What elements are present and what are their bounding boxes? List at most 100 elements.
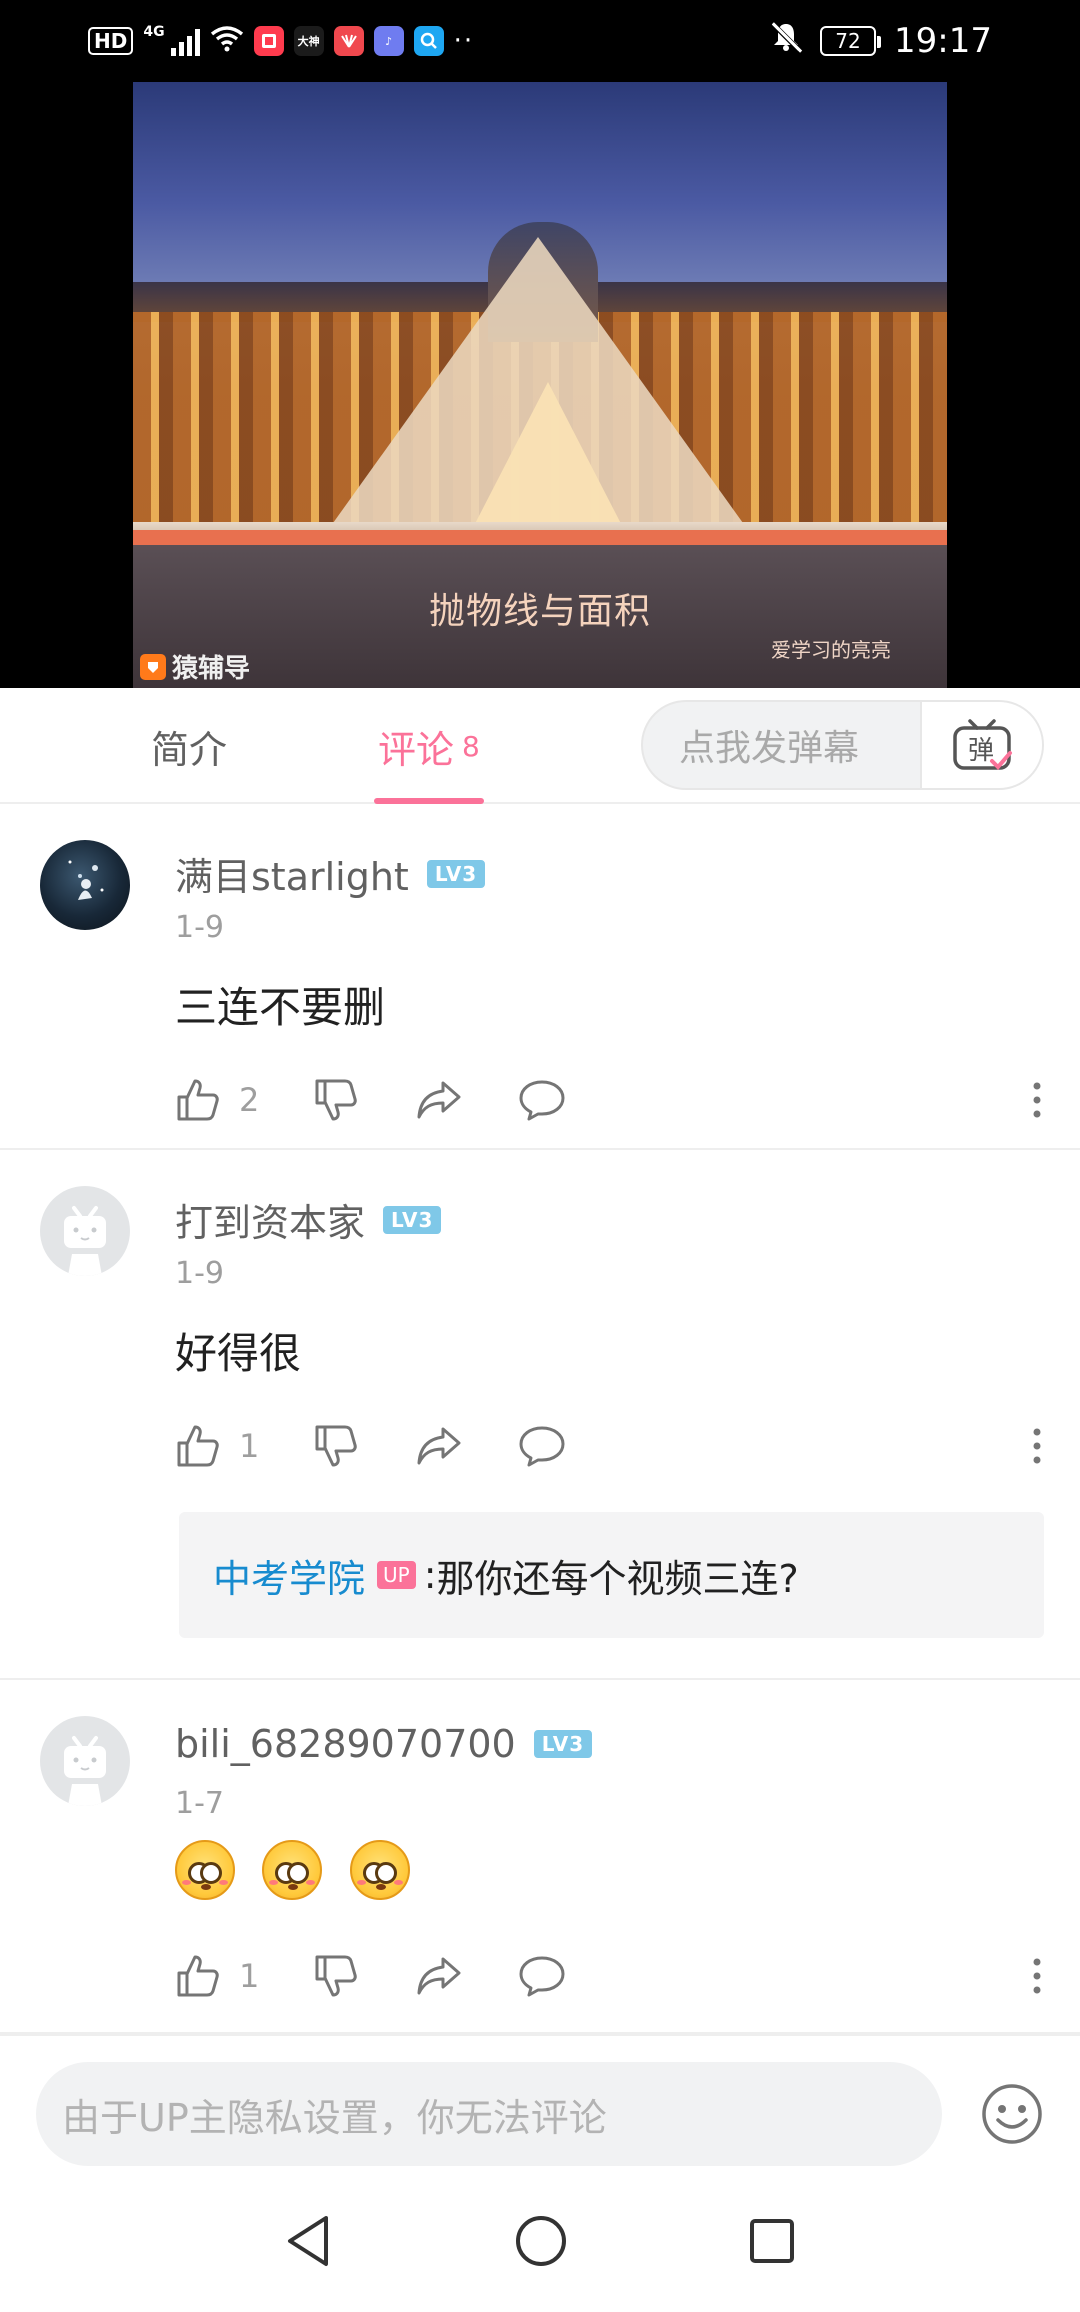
comment-item: 打到资本家 LV3 1-9 好得很 1 中考学院 UP: 那你还每个视频三连?: [0, 1150, 1080, 1680]
comment-input-placeholder: 由于UP主隐私设置，你无法评论: [62, 2095, 607, 2140]
like-button[interactable]: 2: [175, 1077, 313, 1123]
danmaku-toggle-button[interactable]: 弹: [920, 702, 1042, 788]
comment-input[interactable]: 由于UP主隐私设置，你无法评论: [36, 2062, 942, 2166]
more-options-button[interactable]: [1031, 1426, 1045, 1466]
comment-date: 1-9: [175, 1256, 224, 1291]
comment-text: 好得很: [175, 1329, 302, 1378]
search-app-icon: [413, 26, 444, 56]
wifi-icon: [210, 24, 244, 59]
status-bar: HD 4G 大神 ♪ ·· 72 19:17: [0, 0, 1080, 82]
more-notifications-icon: ··: [453, 26, 475, 56]
nav-back-button[interactable]: [284, 2214, 334, 2268]
reply-button[interactable]: [517, 1077, 577, 1123]
comment-username[interactable]: bili_68289070700: [175, 1722, 516, 1766]
tab-comments[interactable]: 评论 8: [378, 688, 480, 804]
yuanfudao-logo-icon: [140, 653, 166, 680]
dashen-app-icon: 大神: [293, 26, 324, 56]
reply-button[interactable]: [517, 1953, 577, 1999]
comment-actions: 1: [175, 1416, 1045, 1476]
status-bar-left: HD 4G 大神 ♪ ··: [88, 24, 474, 59]
thumbs-down-icon: [315, 1079, 357, 1121]
recents-square-icon: [750, 2219, 794, 2263]
comment-user-row: 打到资本家 LV3: [175, 1192, 442, 1247]
huawei-app-icon: [333, 26, 364, 56]
more-vertical-icon: [1033, 1958, 1041, 1994]
network-type: 4G: [143, 23, 165, 40]
like-count: 2: [239, 1081, 260, 1119]
comment-bubble-icon: [519, 1956, 565, 1997]
like-button[interactable]: 1: [175, 1423, 313, 1469]
share-button[interactable]: [415, 1077, 517, 1123]
flushed-emoji-icon: [175, 1840, 235, 1900]
battery-level: 72: [835, 29, 861, 53]
more-vertical-icon: [1033, 1428, 1041, 1464]
tab-intro[interactable]: 简介: [151, 688, 227, 804]
like-count: 1: [239, 1957, 260, 1995]
clock: 19:17: [894, 21, 992, 61]
comment-username[interactable]: 打到资本家: [175, 1192, 365, 1247]
reply-button[interactable]: [517, 1423, 577, 1469]
comment-input-bar: 由于UP主隐私设置，你无法评论: [0, 2034, 1080, 2166]
reply-username[interactable]: 中考学院: [213, 1548, 365, 1603]
mute-bell-icon: [770, 21, 802, 61]
reply-separator: :: [423, 1553, 437, 1597]
video-author-watermark: 爱学习的亮亮: [771, 638, 891, 662]
avatar[interactable]: [40, 1716, 130, 1806]
thumbs-up-icon: [177, 1425, 219, 1467]
reply-preview[interactable]: 中考学院 UP : 那你还每个视频三连?: [179, 1512, 1044, 1638]
thumbs-down-icon: [315, 1425, 357, 1467]
like-button[interactable]: 1: [175, 1953, 313, 1999]
tab-intro-label: 简介: [151, 727, 228, 772]
tab-comments-label: 评论: [378, 727, 455, 772]
dislike-button[interactable]: [313, 1953, 415, 1999]
video-orange-band: [133, 530, 947, 545]
comment-bubble-icon: [519, 1080, 565, 1121]
thumbs-up-icon: [177, 1955, 219, 1997]
avatar[interactable]: [40, 1186, 130, 1276]
default-avatar-icon: [64, 1206, 106, 1276]
nav-recents-button[interactable]: [748, 2217, 796, 2265]
share-button[interactable]: [415, 1953, 517, 1999]
back-triangle-icon: [288, 2216, 328, 2266]
comment-actions: 2: [175, 1070, 1045, 1130]
up-badge: UP: [377, 1561, 416, 1589]
avatar[interactable]: [40, 840, 130, 930]
share-icon: [417, 1081, 461, 1119]
comment-user-row: bili_68289070700 LV3: [175, 1722, 593, 1766]
tab-comments-count: 8: [462, 729, 480, 763]
more-vertical-icon: [1033, 1082, 1041, 1118]
dislike-button[interactable]: [313, 1077, 415, 1123]
hd-indicator: HD: [88, 27, 134, 55]
comment-user-row: 满目starlight LV3: [175, 846, 486, 901]
music-app-icon: ♪: [373, 26, 404, 56]
thumbs-down-icon: [315, 1955, 357, 1997]
system-nav-bar: [0, 2170, 1080, 2312]
nav-home-button[interactable]: [514, 2214, 568, 2268]
comment-username[interactable]: 满目starlight: [175, 846, 409, 901]
video-frame[interactable]: 抛物线与面积 爱学习的亮亮 猿辅导: [133, 82, 947, 688]
video-player[interactable]: 抛物线与面积 爱学习的亮亮 猿辅导: [0, 82, 1080, 688]
more-options-button[interactable]: [1031, 1080, 1045, 1120]
like-count: 1: [239, 1427, 260, 1465]
share-icon: [417, 1957, 461, 1995]
dislike-button[interactable]: [313, 1423, 415, 1469]
battery-icon: 72: [820, 26, 882, 56]
emoji-button[interactable]: [980, 2082, 1044, 2150]
comment-item: 满目starlight LV3 1-9 三连不要删 2: [0, 804, 1080, 1150]
share-icon: [417, 1427, 461, 1465]
default-avatar-icon: [64, 1736, 106, 1806]
danmaku-input[interactable]: 点我发弹幕 弹: [641, 700, 1044, 790]
comment-bubble-icon: [519, 1426, 565, 1467]
video-logo: 猿辅导: [140, 648, 250, 685]
more-options-button[interactable]: [1031, 1956, 1045, 1996]
status-bar-right: 72 19:17: [770, 21, 992, 61]
level-badge: LV3: [533, 1730, 593, 1758]
share-button[interactable]: [415, 1423, 517, 1469]
comment-date: 1-7: [175, 1786, 224, 1821]
signal-icon: [170, 26, 200, 56]
level-badge: LV3: [426, 859, 486, 888]
level-badge: LV3: [383, 1205, 442, 1234]
tabs-bar: 简介 评论 8 点我发弹幕 弹: [0, 688, 1080, 804]
red-book-app-icon: [253, 26, 284, 56]
comment-item: bili_68289070700 LV3 1-7 1: [0, 1680, 1080, 2034]
